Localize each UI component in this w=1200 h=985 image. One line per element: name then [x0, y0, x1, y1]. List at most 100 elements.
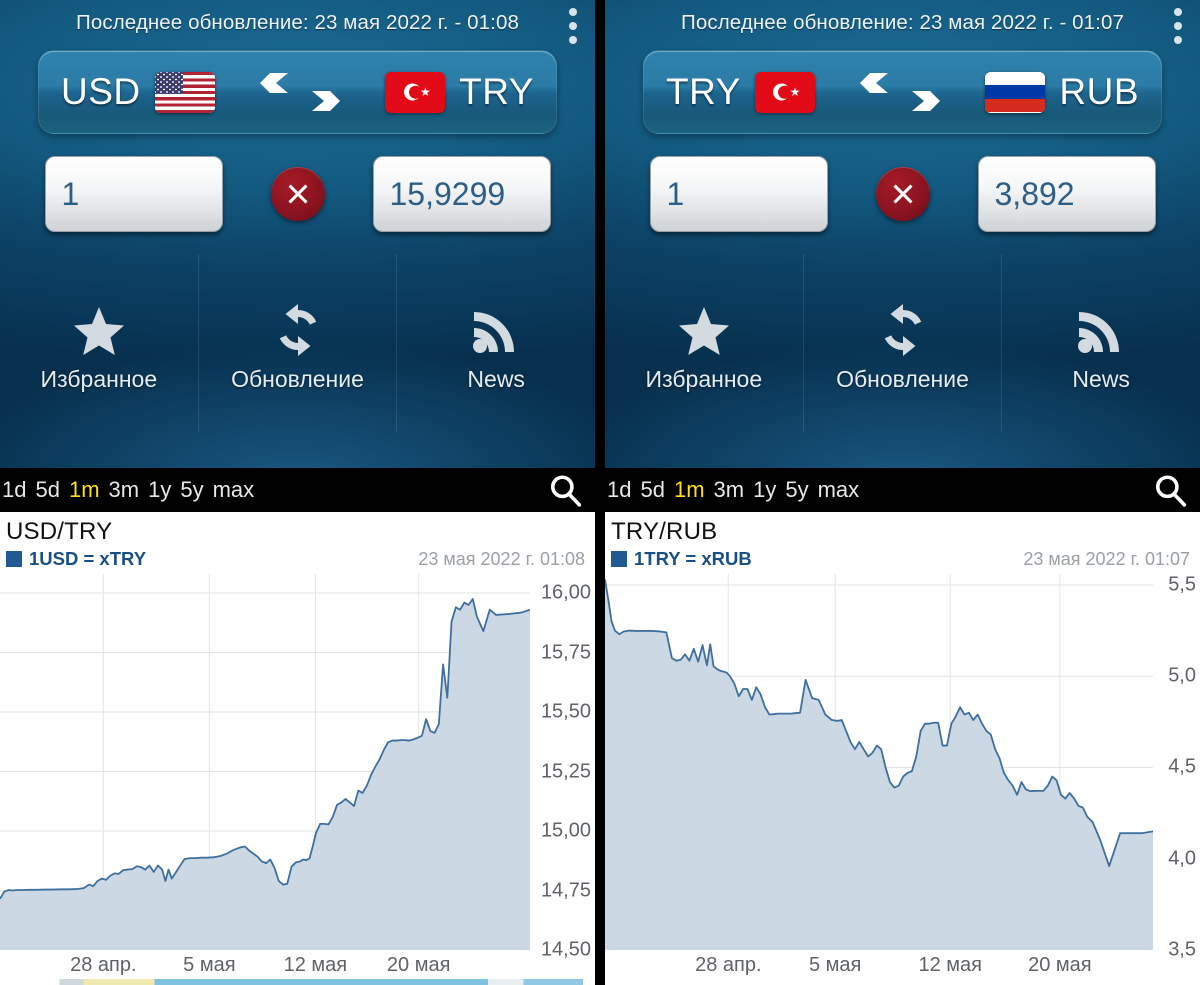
y-tick-label: 16,00 [540, 581, 591, 604]
to-currency[interactable]: ★ TRY [385, 71, 534, 113]
y-tick-label: 4,5 [1168, 755, 1196, 778]
refresh-icon [272, 294, 324, 356]
legend-label: 1USD = xTRY [29, 548, 147, 569]
amount-input[interactable]: 1 [44, 156, 223, 232]
converter-panel-usd-try: Последнее обновление: 23 мая 2022 г. - 0… [0, 0, 595, 985]
currency-pair-selector[interactable]: TRY ★ RUB [643, 50, 1162, 134]
legend-swatch-icon [611, 551, 627, 567]
favorites-button[interactable]: Избранное [605, 254, 804, 432]
value-row: 1 3,892 [605, 134, 1200, 254]
to-currency-code: TRY [459, 71, 534, 112]
swap-arrows-icon[interactable] [858, 70, 942, 114]
range-option-5d[interactable]: 5d [35, 477, 59, 503]
y-axis-labels: 16,00 15,75 15,50 15,25 15,00 14,75 14,50 [523, 574, 595, 961]
from-currency[interactable]: TRY ★ [666, 71, 815, 113]
news-label: News [467, 365, 525, 392]
dual-panel-screenshot: Последнее обновление: 23 мая 2022 г. - 0… [0, 0, 1200, 985]
y-tick-label: 4,0 [1168, 847, 1196, 870]
chart-subheader: 1USD = xTRY 23 мая 2022 г. 01:08 [0, 546, 595, 570]
refresh-button[interactable]: Обновление [199, 254, 398, 432]
chart-card: USD/TRY 1USD = xTRY 23 мая 2022 г. 01:08… [0, 512, 595, 985]
range-option-1y[interactable]: 1y [148, 477, 171, 503]
news-button[interactable]: News [1002, 254, 1200, 432]
chart-svg [0, 574, 530, 950]
converter-section: Последнее обновление: 23 мая 2022 г. - 0… [605, 0, 1200, 468]
result-value-field[interactable]: 3,892 [977, 156, 1156, 232]
chart-plot[interactable]: 5,5 5,0 4,5 4,0 3,5 [605, 573, 1200, 961]
range-option-5d[interactable]: 5d [640, 477, 664, 503]
y-tick-label: 14,75 [540, 879, 591, 901]
range-option-3m[interactable]: 3m [109, 477, 140, 503]
range-option-1d[interactable]: 1d [607, 477, 631, 503]
legend-swatch-icon [6, 551, 22, 567]
from-currency-code: TRY [666, 71, 741, 112]
range-selector-bar: 1d 5d 1m 3m 1y 5y max [0, 468, 595, 512]
range-option-5y[interactable]: 5y [785, 477, 808, 503]
search-icon[interactable] [1150, 470, 1190, 510]
range-option-1m[interactable]: 1m [69, 477, 100, 503]
range-option-max[interactable]: max [213, 477, 255, 503]
result-value-field[interactable]: 15,9299 [372, 156, 551, 232]
panel-divider [595, 0, 605, 985]
x-tick-label: 12 мая [283, 954, 348, 976]
swap-arrows-icon[interactable] [258, 70, 342, 114]
chart-card: TRY/RUB 1TRY = xRUB 23 мая 2022 г. 01:07… [605, 512, 1200, 985]
value-row: 1 15,9299 [0, 134, 595, 254]
from-currency-code: USD [61, 71, 141, 112]
rss-news-icon [470, 294, 522, 356]
y-axis-labels: 5,5 5,0 4,5 4,0 3,5 [1128, 573, 1200, 960]
chart-legend: 1USD = xTRY [6, 548, 146, 570]
x-tick-label: 5 мая [183, 954, 236, 976]
last-update-bar: Последнее обновление: 23 мая 2022 г. - 0… [605, 0, 1200, 46]
to-currency-code: RUB [1059, 71, 1139, 112]
currency-pair-row: USD ★ TRY [0, 46, 595, 134]
range-selector-bar: 1d 5d 1m 3m 1y 5y max [605, 468, 1200, 512]
currency-pair-selector[interactable]: USD ★ TRY [38, 50, 557, 134]
star-icon [73, 294, 125, 356]
flag-ru-icon [985, 71, 1046, 113]
last-update-text: Последнее обновление: 23 мая 2022 г. - 0… [76, 11, 519, 34]
x-axis-labels: 28 апр. 5 мая 12 мая 20 мая [605, 950, 1200, 985]
converter-panel-try-rub: Последнее обновление: 23 мая 2022 г. - 0… [605, 0, 1200, 985]
overflow-menu-icon[interactable] [569, 8, 577, 44]
news-button[interactable]: News [397, 254, 595, 432]
refresh-label: Обновление [231, 365, 364, 392]
chart-plot[interactable]: 16,00 15,75 15,50 15,25 15,00 14,75 14,50 [0, 574, 595, 961]
refresh-icon [877, 294, 929, 356]
star-icon [678, 294, 730, 356]
rss-news-icon [1075, 294, 1127, 356]
chart-area-fill [605, 579, 1153, 950]
range-option-3m[interactable]: 3m [714, 477, 745, 503]
amount-input[interactable]: 1 [649, 156, 828, 232]
currency-pair-row: TRY ★ RUB [605, 46, 1200, 134]
refresh-button[interactable]: Обновление [804, 254, 1003, 432]
to-currency[interactable]: RUB [985, 71, 1139, 113]
legend-label: 1TRY = xRUB [634, 548, 752, 569]
last-update-text: Последнее обновление: 23 мая 2022 г. - 0… [681, 11, 1124, 34]
action-row: Избранное Обновление News [0, 254, 595, 432]
chart-legend: 1TRY = xRUB [611, 548, 752, 570]
x-tick-label: 12 мая [918, 954, 982, 976]
y-tick-label: 15,75 [540, 641, 591, 664]
from-currency[interactable]: USD [61, 71, 215, 113]
range-option-1d[interactable]: 1d [2, 477, 26, 503]
favorites-button[interactable]: Избранное [0, 254, 199, 432]
chart-svg [605, 574, 1153, 950]
range-option-1y[interactable]: 1y [753, 477, 776, 503]
overflow-menu-icon[interactable] [1174, 8, 1182, 44]
flag-tr-icon: ★ [385, 71, 446, 113]
converter-section: Последнее обновление: 23 мая 2022 г. - 0… [0, 0, 595, 468]
search-icon[interactable] [545, 470, 585, 510]
chart-subheader: 1TRY = xRUB 23 мая 2022 г. 01:07 [605, 546, 1200, 570]
range-option-1m[interactable]: 1m [674, 477, 705, 503]
chart-title: TRY/RUB [611, 518, 718, 545]
y-tick-label: 15,00 [540, 819, 591, 842]
range-option-5y[interactable]: 5y [180, 477, 203, 503]
clear-x-icon[interactable] [270, 167, 325, 221]
clear-x-icon[interactable] [875, 167, 930, 221]
range-options: 1d 5d 1m 3m 1y 5y max [2, 477, 254, 503]
x-tick-label: 20 мая [386, 954, 451, 976]
range-option-max[interactable]: max [818, 477, 860, 503]
next-screen-sliver [0, 979, 595, 985]
chart-timestamp: 23 мая 2022 г. 01:08 [418, 548, 585, 569]
